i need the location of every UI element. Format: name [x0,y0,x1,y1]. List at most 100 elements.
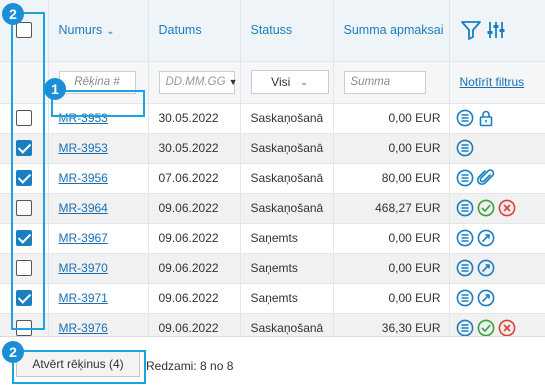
table-body: MR-3953 30.05.2022 Saskaņošanā 0,00 EUR MR-3… [0,103,545,344]
paperclip-icon[interactable] [476,169,495,187]
actions-cell [449,223,545,254]
table-row[interactable]: MR-3971 09.06.2022 Saņemts 0,00 EUR [0,283,545,314]
amount-cell: 468,27 EUR [333,193,450,224]
list-icon[interactable] [456,229,474,247]
row-checkbox[interactable] [15,140,32,156]
invoice-number-link[interactable]: MR-3964 [59,201,108,215]
date-cell: 09.06.2022 [148,223,241,254]
status-filter-value: Visi [271,75,291,89]
invoice-number-cell: MR-3953 [48,103,149,134]
row-checkbox[interactable] [15,200,32,216]
invoice-number-link[interactable]: MR-3976 [59,321,108,335]
list-icon[interactable] [456,139,474,157]
amount-cell: 0,00 EUR [333,283,450,314]
row-checkbox-cell [0,133,49,164]
filter-icon[interactable] [460,20,482,41]
table-header-row: Numurs ⌄ Datums Statuss Summa apmaksai [0,0,545,62]
row-checkbox[interactable] [15,110,32,126]
invoice-number-cell: MR-3964 [48,193,149,224]
status-filter-select[interactable]: Visi ⌄ [250,70,329,94]
actions-cell [449,193,545,224]
column-header-status-label: Statuss [250,23,293,38]
status-cell: Saskaņošanā [240,193,334,224]
column-settings-icon[interactable] [486,20,506,40]
amount-cell: 0,00 EUR [333,133,450,164]
forward-icon[interactable] [477,289,495,307]
reject-icon[interactable] [498,319,516,337]
list-icon[interactable] [456,289,474,307]
invoice-table-container: Numurs ⌄ Datums Statuss Summa apmaksai R… [0,0,545,344]
amount-cell: 80,00 EUR [333,163,450,194]
invoice-number-link[interactable]: MR-3953 [59,141,108,155]
table-row[interactable]: MR-3967 09.06.2022 Saņemts 0,00 EUR [0,223,545,254]
invoice-number-link[interactable]: MR-3970 [59,261,108,275]
filter-status-cell: Visi ⌄ [240,61,334,104]
chevron-down-icon: ⌄ [106,26,115,38]
amount-cell: 0,00 EUR [333,253,450,284]
table-row[interactable]: MR-3953 30.05.2022 Saskaņošanā 0,00 EUR [0,103,545,134]
status-cell: Saņemts [240,283,334,314]
date-cell: 09.06.2022 [148,193,241,224]
row-checkbox[interactable] [15,230,32,246]
table-row[interactable]: MR-3956 07.06.2022 Saskaņošanā 80,00 EUR [0,163,545,194]
visible-count-text: Redzami: 8 no 8 [146,359,234,373]
approve-icon[interactable] [477,319,495,337]
table-row[interactable]: MR-3964 09.06.2022 Saskaņošanā 468,27 EUR [0,193,545,224]
date-filter-input[interactable]: DD.MM.GG ▼ [158,70,238,94]
invoice-number-link[interactable]: MR-3953 [59,111,108,125]
list-icon[interactable] [456,319,474,337]
column-header-amount[interactable]: Summa apmaksai [333,0,450,62]
row-checkbox-cell [0,283,49,314]
invoice-number-cell: MR-3970 [48,253,149,284]
row-checkbox-cell [0,163,49,194]
filter-row: Rēķina # DD.MM.GG ▼ Visi ⌄ Summa Notīrīt f… [0,61,545,104]
date-filter-placeholder: DD.MM.GG [165,76,226,88]
chevron-down-icon: ⌄ [300,76,308,87]
invoice-number-cell: MR-3953 [48,133,149,164]
row-checkbox[interactable] [15,260,32,276]
column-header-number-label: Numurs [58,23,103,38]
column-header-number[interactable]: Numurs ⌄ [48,0,149,62]
row-checkbox-cell [0,223,49,254]
list-icon[interactable] [456,259,474,277]
date-cell: 09.06.2022 [148,253,241,284]
caret-down-icon: ▼ [228,77,238,87]
approve-icon[interactable] [477,199,495,217]
invoice-number-link[interactable]: MR-3956 [59,171,108,185]
status-cell: Saskaņošanā [240,103,334,134]
actions-cell [449,103,545,134]
column-header-date-label: Datums [158,23,202,38]
filter-empty-cell [0,61,49,104]
invoice-number-filter-input[interactable]: Rēķina # [58,70,136,94]
invoice-number-link[interactable]: MR-3967 [59,231,108,245]
row-checkbox[interactable] [15,290,32,306]
row-checkbox-cell [0,103,49,134]
table-row[interactable]: MR-3970 09.06.2022 Saņemts 0,00 EUR [0,253,545,284]
forward-icon[interactable] [477,229,495,247]
list-icon[interactable] [456,109,474,127]
select-all-checkbox[interactable] [15,22,32,39]
actions-cell [449,253,545,284]
clear-filters-link[interactable]: Notīrīt filtrus [460,75,525,89]
column-header-date[interactable]: Datums [148,0,241,62]
actions-cell [449,133,545,164]
lock-icon[interactable] [477,109,495,127]
invoice-number-link[interactable]: MR-3971 [59,291,108,305]
status-cell: Saskaņošanā [240,133,334,164]
status-cell: Saņemts [240,253,334,284]
column-header-amount-label: Summa apmaksai [343,23,444,38]
forward-icon[interactable] [477,259,495,277]
list-icon[interactable] [456,199,474,217]
amount-filter-input[interactable]: Summa [343,70,426,94]
row-checkbox[interactable] [15,170,32,186]
date-cell: 30.05.2022 [148,133,241,164]
reject-icon[interactable] [498,199,516,217]
column-header-status[interactable]: Statuss [240,0,334,62]
table-row[interactable]: MR-3953 30.05.2022 Saskaņošanā 0,00 EUR [0,133,545,164]
list-icon[interactable] [456,169,474,187]
invoice-table: Numurs ⌄ Datums Statuss Summa apmaksai R… [0,0,545,344]
open-invoices-button[interactable]: Atvērt rēķinus (4) [16,351,140,377]
actions-cell [449,163,545,194]
date-cell: 09.06.2022 [148,283,241,314]
row-checkbox[interactable] [15,320,32,336]
